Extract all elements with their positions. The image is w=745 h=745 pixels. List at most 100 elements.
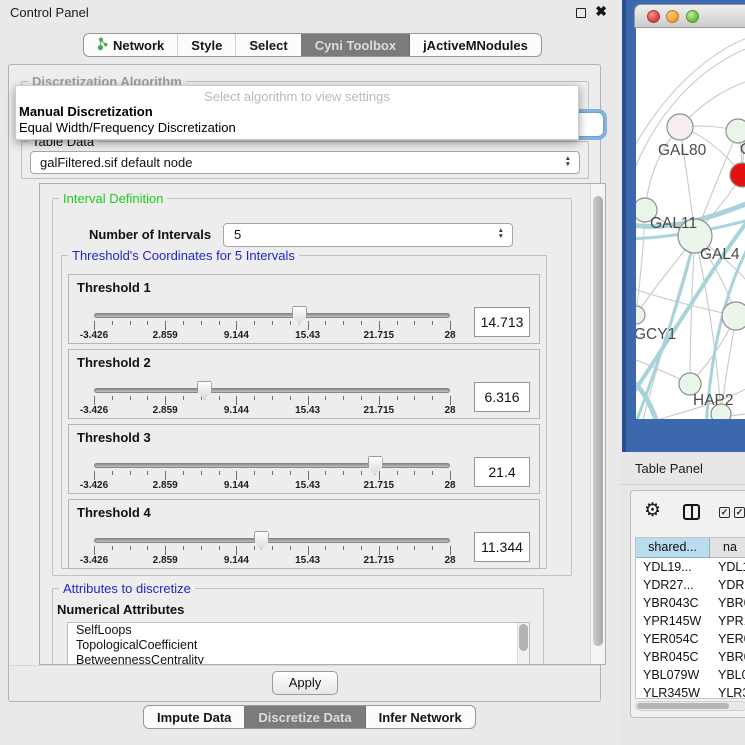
network-icon (97, 37, 108, 54)
table-cell: YBR045C (636, 648, 710, 666)
network-node-label: GAL80 (658, 142, 707, 159)
network-node-label: GA (740, 141, 745, 158)
table-panel-header: Table Panel (620, 452, 745, 485)
table-row[interactable]: YLR345WYLR3 (636, 684, 745, 699)
network-node-ga[interactable] (726, 119, 745, 143)
threshold-slider[interactable]: -3.4262.8599.14415.4321.71528 (94, 500, 450, 570)
slider-track[interactable] (94, 463, 450, 468)
tab-label: Network (113, 38, 164, 53)
table-row[interactable]: YDL19...YDL1 (636, 558, 745, 576)
table-row[interactable]: YDR27...YDR2 (636, 576, 745, 594)
table-cell: YPR145W (636, 612, 710, 630)
table-data-group: Table Data galFiltered.sif default node … (21, 141, 589, 179)
control-panel-titlebar: Control Panel ✖ (0, 0, 620, 26)
slider-track[interactable] (94, 388, 450, 393)
close-traffic-light[interactable] (647, 10, 660, 23)
checkbox-icon[interactable]: ✓ (734, 507, 745, 518)
node-table: shared... na YDL19...YDL1YDR27...YDR2YBR… (635, 537, 745, 699)
close-icon[interactable]: ✖ (595, 3, 607, 20)
number-of-intervals-combobox[interactable]: 5 ▲▼ (223, 223, 513, 247)
attributes-scrollbar[interactable] (517, 623, 529, 665)
algorithm-option[interactable]: Equal Width/Frequency Discretization (16, 120, 578, 136)
column-header-name[interactable]: na (710, 538, 745, 558)
threshold-slider[interactable]: -3.4262.8599.14415.4321.71528 (94, 275, 450, 345)
attribute-list-item[interactable]: SelfLoops (68, 623, 529, 638)
attributes-group-label: Attributes to discretize (59, 581, 195, 596)
table-row[interactable]: YER054CYER0 (636, 630, 745, 648)
tab-style[interactable]: Style (177, 34, 235, 56)
tab-cyni-toolbox[interactable]: Cyni Toolbox (301, 34, 409, 56)
tab-label: Style (191, 38, 222, 53)
network-node-label: GCY1 (636, 326, 676, 343)
panel-vertical-scrollbar[interactable] (590, 184, 605, 664)
threshold-slider[interactable]: -3.4262.8599.14415.4321.71528 (94, 350, 450, 420)
network-node-label: HAP2 (693, 392, 734, 409)
apply-row: Apply (10, 665, 600, 701)
threshold-4-box: Threshold 4-3.4262.8599.14415.4321.71528… (68, 499, 540, 569)
settings-scroll-panel: Interval Definition Number of Intervals … (39, 183, 606, 665)
network-node-gal80[interactable] (667, 114, 693, 140)
attribute-list-item[interactable]: BetweennessCentrality (68, 653, 529, 665)
column-header-shared[interactable]: shared... (636, 538, 710, 558)
slider-ticks (94, 396, 450, 405)
panel-title: Control Panel (10, 5, 89, 20)
attribute-list-item[interactable]: TopologicalCoefficient (68, 638, 529, 653)
table-cell: YBR0 (710, 648, 745, 666)
slider-ticks (94, 471, 450, 480)
tab-select[interactable]: Select (235, 34, 300, 56)
table-header-row: shared... na (636, 538, 745, 558)
table-cell: YBL0 (710, 666, 745, 684)
numerical-attributes-list[interactable]: SelfLoopsTopologicalCoefficientBetweenne… (67, 622, 530, 665)
combobox-spinner-icon: ▲▼ (565, 156, 571, 168)
zoom-traffic-light[interactable] (686, 10, 699, 23)
threshold-value-field[interactable]: 21.4 (474, 457, 530, 487)
tab-jactivemnodules[interactable]: jActiveMNodules (409, 34, 541, 56)
table-row[interactable]: YBR043CYBR0 (636, 594, 745, 612)
slider-track[interactable] (94, 538, 450, 543)
threshold-3-box: Threshold 3-3.4262.8599.14415.4321.71528… (68, 424, 540, 494)
table-cell: YDR2 (710, 576, 745, 594)
tab-impute-data[interactable]: Impute Data (144, 706, 244, 728)
float-window-icon[interactable] (576, 8, 586, 18)
tab-network[interactable]: Network (84, 34, 177, 56)
threshold-slider[interactable]: -3.4262.8599.14415.4321.71528 (94, 425, 450, 495)
scrollbar-thumb[interactable] (637, 703, 729, 709)
algorithm-options: Manual DiscretizationEqual Width/Frequen… (16, 104, 578, 136)
gear-icon[interactable]: ⚙ (644, 499, 661, 522)
cyni-toolbox-panel: Discretization Algorithm Select algorith… (8, 64, 601, 702)
network-node-h[interactable] (722, 302, 745, 330)
threshold-value-field[interactable]: 11.344 (474, 532, 530, 562)
algorithm-dropdown-popup: Select algorithm to view settings Manual… (15, 85, 579, 140)
table-cell: YDR27... (636, 576, 710, 594)
table-horizontal-scrollbar[interactable] (635, 701, 745, 711)
threshold-value-field[interactable]: 6.316 (474, 382, 530, 412)
network-node-label: GAL4 (700, 246, 740, 263)
control-panel: Control Panel ✖ Network Style SelectCyni T… (0, 0, 620, 745)
network-node-c[interactable] (730, 163, 745, 187)
minimize-traffic-light[interactable] (666, 10, 679, 23)
table-data-combobox[interactable]: galFiltered.sif default node ▲▼ (30, 151, 580, 174)
apply-button[interactable]: Apply (272, 671, 338, 695)
table-cell: YER054C (636, 630, 710, 648)
table-row[interactable]: YPR145WYPR1 (636, 612, 745, 630)
thresholds-group: Threshold's Coordinates for 5 Intervals … (61, 255, 547, 569)
threshold-value-field[interactable]: 14.713 (474, 307, 530, 337)
table-row[interactable]: YBL079WYBL0 (636, 666, 745, 684)
table-cell: YLR345W (636, 684, 710, 699)
network-canvas[interactable]: GAL80GACGAL11GAL4GCY1HHAP2 (636, 28, 745, 419)
network-node-gcy1[interactable] (636, 306, 645, 324)
table-row[interactable]: YBR045CYBR0 (636, 648, 745, 666)
checkbox-icon[interactable]: ✓ (719, 507, 730, 518)
threshold-2-box: Threshold 2-3.4262.8599.14415.4321.71528… (68, 349, 540, 419)
algorithm-option[interactable]: Manual Discretization (16, 104, 578, 120)
scrollbar-thumb[interactable] (593, 196, 603, 646)
number-of-intervals-label: Number of Intervals (89, 227, 211, 242)
table-cell: YBR0 (710, 594, 745, 612)
slider-track[interactable] (94, 313, 450, 318)
tab-discretize-data[interactable]: Discretize Data (244, 706, 364, 728)
network-window-titlebar (634, 4, 745, 28)
tab-infer-network[interactable]: Infer Network (365, 706, 475, 728)
split-columns-icon[interactable] (683, 504, 700, 520)
table-data-value: galFiltered.sif default node (40, 155, 192, 170)
threshold-1-box: Threshold 1-3.4262.8599.14415.4321.71528… (68, 274, 540, 344)
